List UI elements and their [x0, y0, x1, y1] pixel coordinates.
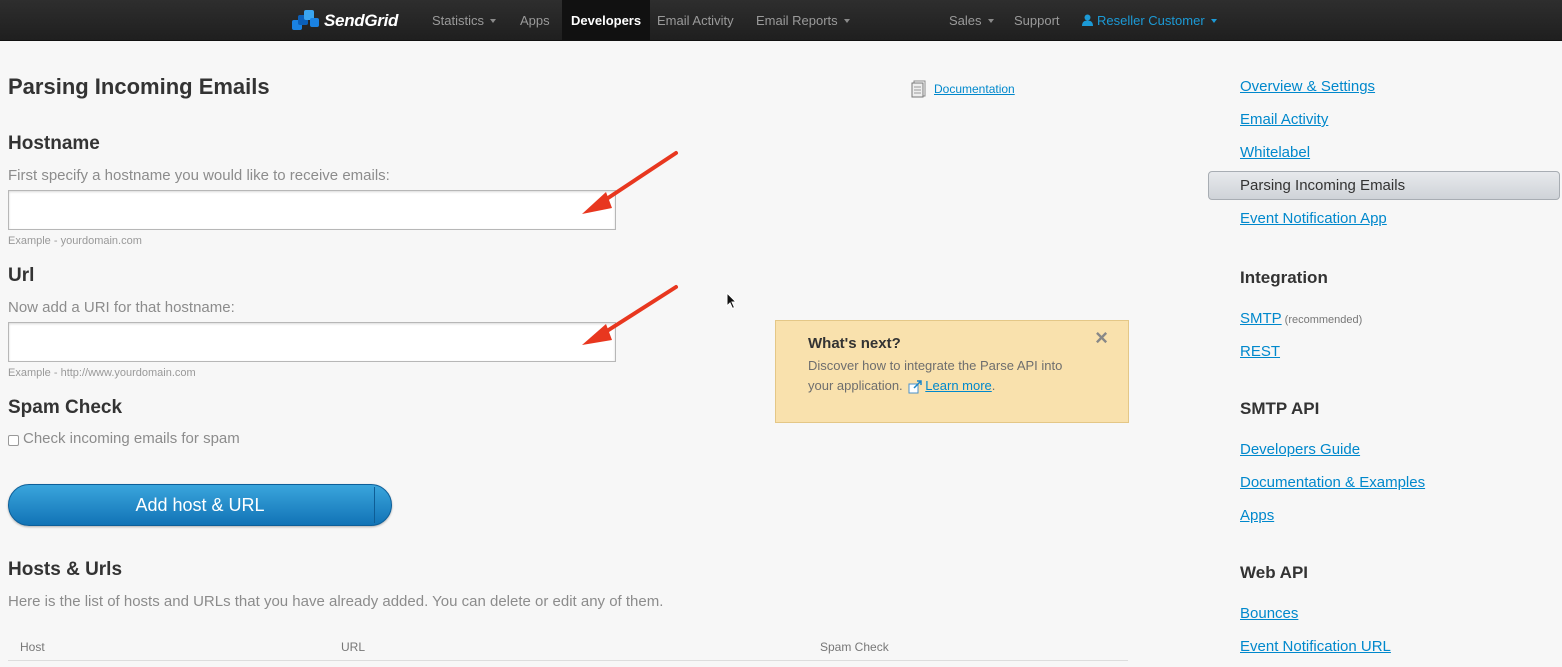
nav-support-label: Support	[1014, 13, 1060, 28]
url-example: Example - http://www.yourdomain.com	[8, 367, 196, 379]
close-icon[interactable]: ×	[1095, 325, 1108, 351]
logo-text: SendGrid	[324, 11, 399, 30]
table-divider	[8, 660, 1128, 661]
chevron-down-icon	[987, 18, 994, 23]
learn-more-link[interactable]: Learn more	[925, 378, 991, 393]
hostname-example: Example - yourdomain.com	[8, 235, 142, 247]
spam-checkbox-label: Check incoming emails for spam	[23, 430, 240, 447]
sidebar-link-overview-settings[interactable]: Overview & Settings	[1240, 78, 1375, 95]
nav-email-activity-label: Email Activity	[657, 13, 734, 28]
nav-apps-label: Apps	[520, 13, 550, 28]
whats-next-notice: × What's next? Discover how to integrate…	[775, 320, 1129, 423]
mouse-cursor-icon	[726, 292, 738, 310]
sidebar-link-bounces[interactable]: Bounces	[1240, 605, 1298, 622]
sidebar-heading-integration: Integration	[1240, 268, 1328, 287]
column-header-host[interactable]: Host	[20, 640, 45, 654]
nav-email-reports-label: Email Reports	[756, 13, 838, 28]
whats-next-body: Discover how to integrate the Parse API …	[808, 356, 1096, 396]
external-link-icon	[908, 379, 923, 394]
sendgrid-logo[interactable]: SendGrid	[290, 7, 398, 35]
nav-developers-label: Developers	[571, 13, 642, 28]
hosts-urls-heading: Hosts & Urls	[8, 559, 123, 580]
chevron-down-icon	[843, 18, 850, 23]
nav-email-activity[interactable]: Email Activity	[657, 0, 734, 41]
documentation-link-group: Documentation	[910, 80, 1015, 98]
nav-statistics[interactable]: Statistics	[432, 0, 497, 41]
hosts-urls-help: Here is the list of hosts and URLs that …	[8, 593, 664, 610]
documentation-link[interactable]: Documentation	[934, 82, 1015, 96]
sidebar-link-rest[interactable]: REST	[1240, 343, 1280, 360]
nav-sales-label: Sales	[949, 13, 982, 28]
sendgrid-logo-icon	[292, 10, 319, 30]
nav-statistics-label: Statistics	[432, 13, 485, 28]
column-header-url[interactable]: URL	[341, 640, 365, 654]
sidebar-link-apps[interactable]: Apps	[1240, 507, 1274, 524]
sidebar-link-smtp[interactable]: SMTP	[1240, 310, 1282, 327]
sidebar-link-event-notification-url[interactable]: Event Notification URL	[1240, 638, 1391, 655]
chevron-down-icon	[1210, 18, 1217, 23]
column-header-spam-check[interactable]: Spam Check	[820, 640, 889, 654]
nav-sales[interactable]: Sales	[949, 0, 994, 41]
sidebar-heading-smtp-api: SMTP API	[1240, 399, 1320, 418]
hostname-input[interactable]	[8, 190, 616, 230]
add-host-url-button[interactable]: Add host & URL	[8, 484, 392, 526]
url-input[interactable]	[8, 322, 616, 362]
smtp-recommended-note: (recommended)	[1284, 314, 1363, 326]
nav-developers[interactable]: Developers	[562, 0, 651, 41]
top-navbar: SendGrid Statistics Apps Developers Emai…	[0, 0, 1562, 41]
url-help: Now add a URI for that hostname:	[8, 299, 235, 316]
sidebar-link-whitelabel[interactable]: Whitelabel	[1240, 144, 1310, 161]
sidebar-link-documentation-examples[interactable]: Documentation & Examples	[1240, 474, 1425, 491]
sidebar-item-parsing-active[interactable]: Parsing Incoming Emails	[1208, 171, 1560, 200]
nav-user-label: Reseller Customer	[1097, 13, 1205, 28]
add-host-url-label: Add host & URL	[135, 495, 265, 515]
nav-apps[interactable]: Apps	[520, 0, 550, 41]
url-heading: Url	[8, 265, 35, 286]
whats-next-text-line2: your application.	[808, 378, 903, 393]
chevron-down-icon	[490, 18, 497, 23]
sidebar-link-event-notification-app[interactable]: Event Notification App	[1240, 210, 1387, 227]
spam-checkbox[interactable]	[8, 434, 19, 446]
user-icon	[1082, 14, 1093, 27]
sidebar-heading-web-api: Web API	[1240, 563, 1309, 582]
button-divider	[374, 487, 375, 523]
whats-next-title: What's next?	[808, 335, 901, 352]
sidebar-smtp-row: SMTP (recommended)	[1240, 310, 1362, 328]
sidebar-link-developers-guide[interactable]: Developers Guide	[1240, 441, 1360, 458]
annotation-arrow-hostname	[582, 151, 678, 214]
nav-support[interactable]: Support	[1014, 0, 1060, 41]
annotation-arrow-url	[582, 285, 678, 345]
sidebar-link-email-activity[interactable]: Email Activity	[1240, 111, 1328, 128]
document-icon	[911, 80, 926, 98]
whats-next-text-line1: Discover how to integrate the Parse API …	[808, 358, 1063, 373]
spam-check-row[interactable]: Check incoming emails for spam	[8, 430, 240, 447]
page-title: Parsing Incoming Emails	[8, 74, 270, 99]
nav-email-reports[interactable]: Email Reports	[756, 0, 850, 41]
spam-check-heading: Spam Check	[8, 397, 123, 418]
hostname-help: First specify a hostname you would like …	[8, 167, 390, 184]
nav-user-menu[interactable]: Reseller Customer	[1082, 0, 1217, 41]
whats-next-trail: .	[991, 378, 996, 393]
hostname-heading: Hostname	[8, 133, 100, 154]
